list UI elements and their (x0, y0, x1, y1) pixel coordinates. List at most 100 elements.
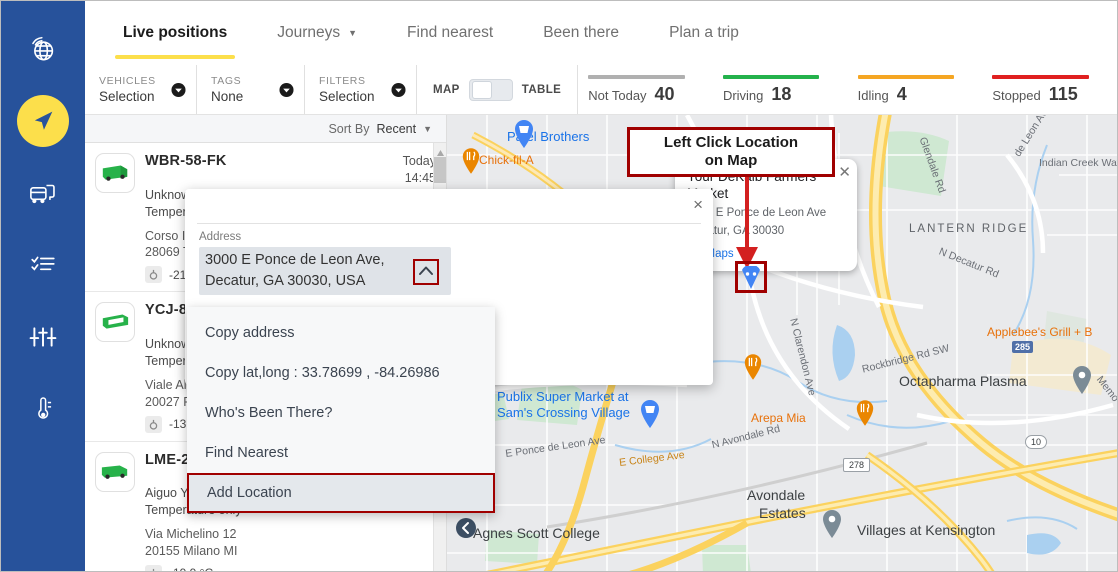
sidebar-item-checklist[interactable] (17, 239, 69, 291)
vehicles-selector[interactable]: VEHICLES Selection (85, 65, 197, 114)
map-selected-marker-icon (741, 264, 761, 295)
sort-by-value: Recent (376, 121, 417, 136)
shopping-pin-icon (513, 119, 535, 149)
thermometer-icon (29, 395, 57, 423)
context-menu-item-add-location[interactable]: Add Location (187, 473, 495, 513)
status-count: 115 (1048, 83, 1078, 104)
status-bar (857, 74, 954, 79)
tab-been-there[interactable]: Been there (521, 1, 641, 65)
place-pin-icon (821, 509, 843, 539)
address-dropdown-toggle[interactable] (413, 259, 439, 285)
highway-badge-278: 278 (843, 458, 871, 472)
filters-value: Selection (319, 89, 375, 104)
annotation-marker-highlight (735, 261, 767, 293)
sidebar-item-sliders[interactable] (17, 311, 69, 363)
context-menu-item-whos-been-there[interactable]: Who's Been There? (187, 393, 495, 433)
tab-label: Plan a trip (669, 24, 739, 41)
tab-live-positions[interactable]: Live positions (101, 1, 249, 65)
status-count: 18 (771, 83, 792, 104)
vehicle-icon (28, 178, 58, 208)
filter-bar: VEHICLES Selection TAGS None FILTERS Sel… (85, 65, 1117, 115)
restaurant-pin-icon (743, 353, 765, 383)
filters-label: FILTERS (319, 75, 366, 87)
temperature-sensor-icon (145, 266, 162, 284)
status-name: Stopped (992, 87, 1041, 103)
tab-plan-a-trip[interactable]: Plan a trip (647, 1, 761, 65)
sidebar-item-vehicles[interactable] (17, 167, 69, 219)
status-count: 40 (654, 83, 675, 104)
status-driving[interactable]: Driving 18 (713, 74, 848, 105)
context-menu-item-copy-address[interactable]: Copy address (187, 313, 495, 353)
sort-by-label: Sort By (328, 121, 370, 136)
filters-selector[interactable]: FILTERS Selection (305, 65, 417, 114)
switch-knob (471, 80, 492, 99)
sliders-icon (29, 323, 57, 351)
sort-bar[interactable]: Sort By Recent ▼ (85, 115, 446, 143)
tab-label: Find nearest (407, 24, 494, 41)
left-sidebar (1, 1, 85, 571)
status-stopped[interactable]: Stopped 115 (982, 74, 1117, 105)
tab-journeys[interactable]: Journeys ▼ (255, 1, 379, 65)
context-menu-item-find-nearest[interactable]: Find Nearest (187, 433, 495, 473)
app-root: Live positions Journeys ▼ Find nearest B… (0, 0, 1118, 572)
highway-shield-285: 285 (1012, 341, 1034, 353)
chevron-down-icon (391, 82, 406, 97)
truck-icon (95, 451, 135, 492)
vehicle-time: 14:45 (404, 170, 436, 185)
tab-find-nearest[interactable]: Find nearest (385, 1, 515, 65)
vehicles-value: Selection (99, 89, 155, 104)
temperature-sensor-icon (145, 415, 162, 433)
close-icon[interactable]: ✕ (838, 163, 851, 181)
status-counters: Not Today 40 Driving 18 Idling 4 Stopped… (578, 65, 1117, 114)
card-divider (197, 223, 701, 224)
annotation-line2: on Map (704, 152, 758, 169)
truck-icon (95, 153, 135, 193)
sidebar-item-temperature[interactable] (17, 383, 69, 435)
scroll-up-arrow-icon[interactable] (436, 145, 445, 156)
toggle-label-table: TABLE (521, 83, 562, 96)
top-navigation-bar: Live positions Journeys ▼ Find nearest B… (85, 1, 1117, 65)
map-table-toggle[interactable]: MAP TABLE (417, 65, 579, 114)
status-name: Idling (857, 87, 889, 103)
map-back-button[interactable] (455, 517, 477, 539)
toggle-label-map: MAP (433, 83, 460, 96)
chevron-down-icon (171, 82, 186, 97)
status-bar (992, 74, 1089, 79)
status-name: Not Today (588, 87, 647, 103)
context-menu-item-copy-latlong[interactable]: Copy lat,long : 33.78699 , -84.26986 (187, 353, 495, 393)
highway-badge-10: 10 (1025, 435, 1048, 449)
annotation-arrow (727, 173, 767, 273)
tab-label: Live positions (123, 24, 228, 41)
view-switch[interactable] (468, 78, 513, 101)
sidebar-item-live-positions[interactable] (17, 95, 69, 147)
annotation-text: Left Click Location on Map (664, 134, 798, 171)
status-idling[interactable]: Idling 4 (848, 74, 983, 105)
vehicle-temperature: -19.9 °C (145, 564, 436, 571)
vehicle-address-line1: Via Michelino 12 (145, 527, 237, 541)
truck-icon (95, 302, 135, 343)
address-context-menu: Copy address Copy lat,long : 33.78699 , … (187, 307, 495, 513)
shopping-pin-icon (639, 399, 661, 429)
place-pin-icon (1071, 365, 1093, 395)
status-count: 4 (896, 83, 907, 104)
vehicle-plate: WBR-58-FK (145, 153, 227, 169)
annotation-callout: Left Click Location on Map (627, 127, 835, 177)
status-name: Driving (722, 87, 764, 103)
globe-network-icon (28, 34, 58, 64)
tags-selector[interactable]: TAGS None (197, 65, 305, 114)
vehicle-day: Today (402, 154, 436, 168)
status-not-today[interactable]: Not Today 40 (578, 74, 713, 105)
scrollbar-thumb[interactable] (434, 157, 446, 183)
chevron-down-icon[interactable]: ▼ (423, 124, 432, 134)
status-bar (588, 74, 685, 79)
sidebar-item-globe-network[interactable] (17, 23, 69, 75)
tab-label: Journeys (277, 24, 341, 41)
restaurant-pin-icon (461, 147, 483, 177)
chevron-down-icon: ▼ (348, 28, 358, 38)
tab-label: Been there (543, 24, 620, 41)
vehicles-label: VEHICLES (99, 75, 156, 87)
close-icon[interactable]: × (693, 195, 703, 215)
temperature-sensor-icon (145, 564, 162, 571)
restaurant-pin-icon (855, 399, 877, 429)
vehicle-address-line2: 20155 Milano MI (145, 543, 238, 558)
